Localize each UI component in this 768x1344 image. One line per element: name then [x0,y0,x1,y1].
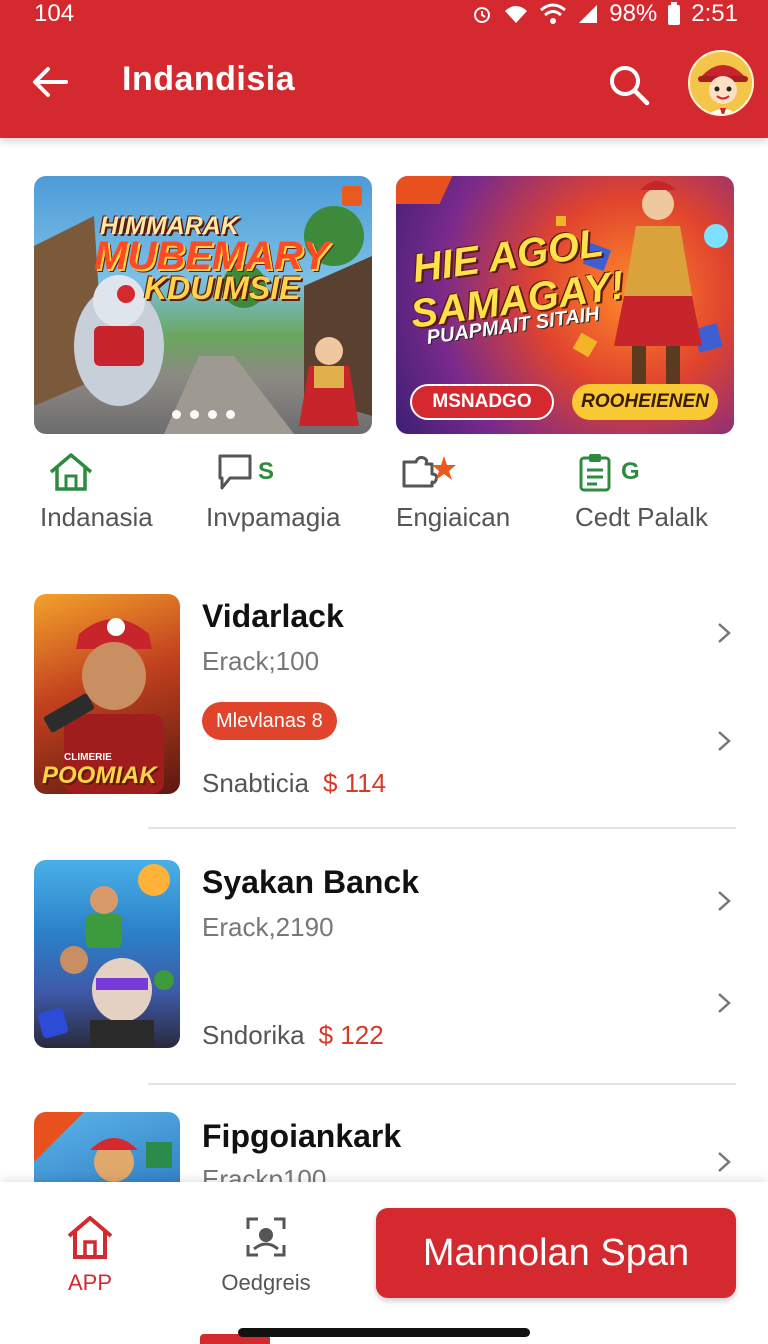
back-button[interactable] [28,60,72,104]
banner-2-yellow-button[interactable]: ROOHEIENEN [572,384,718,420]
top-app-bar: 104 98% 2:51 Indandisia [0,0,768,138]
signal-icon [577,3,599,25]
nav-item-app[interactable]: APP [30,1212,150,1302]
game-subtitle: Erackp100 [202,1164,327,1182]
category-icon-suffix: G [621,458,640,485]
game-price: $ 122 [318,1020,384,1050]
game-title: Syakan Banck [202,864,420,900]
app-bar: Indandisia [0,44,768,122]
status-left-text: 104 [34,0,75,27]
game-thumbnail: CLIMERIE POOMIAK [34,594,180,794]
nav-label: APP [67,1270,113,1295]
banner-1-line-3: KDUIMSIE [144,270,301,306]
category-label: Invpamagia [206,502,341,532]
promo-banner-1[interactable]: HIMMARAK MUBEMARY KDUIMSIE [34,176,372,434]
bottom-navigation: APP Oedgreis Mannolan Span [0,1182,768,1344]
wifi-icon [539,3,567,25]
game-meta-label: Sndorika [202,1020,305,1050]
scan-face-icon [206,1212,326,1262]
status-right: 98% 2:51 [471,0,738,28]
nav-label: Oedgreis [221,1270,311,1295]
alarm-icon [471,3,493,25]
game-title: Vidarlack [202,598,344,634]
home-icon [46,452,96,492]
chevron-right-icon[interactable] [712,991,736,1015]
pager-dot[interactable] [190,410,199,419]
clipboard-icon: G [577,452,640,492]
game-subtitle: Erack,2190 [202,912,334,942]
chevron-right-icon[interactable] [712,729,736,753]
home-indicator[interactable] [238,1328,530,1337]
search-icon [610,66,650,106]
game-thumbnail [34,1112,180,1182]
game-meta-label: Snabticia [202,768,309,798]
status-time: 2:51 [691,0,738,27]
category-engiaican[interactable]: Engiaican [396,448,556,538]
pager-dot[interactable] [208,410,217,419]
game-list-item[interactable]: Syakan Banck Erack,2190 Sndorika $ 122 [0,860,768,1082]
game-thumbnail [34,860,180,1048]
category-cedt-palalk[interactable]: G Cedt Palalk [575,448,745,538]
game-price: $ 114 [322,768,387,798]
pager-dot[interactable] [226,410,235,419]
category-label: Cedt Palalk [575,502,708,532]
game-list-item[interactable]: Fipgoiankark Erackp100 [0,1112,768,1182]
status-bar: 104 98% 2:51 [0,0,768,30]
banner-1-corner-badge [342,186,362,206]
chevron-right-icon[interactable] [712,889,736,913]
list-divider [148,827,736,829]
category-label: Indanasia [40,502,153,532]
page-title: Indandisia [122,60,296,98]
game-subtitle: Erack;100 [202,646,320,676]
category-indanasia[interactable]: Indanasia [40,448,180,538]
game-meta: Snabticia $ 114 [202,768,386,799]
chat-icon: S [216,452,274,492]
chevron-right-icon[interactable] [712,621,736,645]
nav-item-oedgreis[interactable]: Oedgreis [206,1212,326,1302]
home-icon [30,1212,150,1262]
game-title: Fipgoiankark [202,1118,402,1154]
primary-cta-button[interactable]: Mannolan Span [376,1208,736,1298]
chevron-right-icon[interactable] [712,1150,736,1174]
game-list-item[interactable]: CLIMERIE POOMIAK Vidarlack Erack;100 Mle… [0,594,768,824]
game-meta: Sndorika $ 122 [202,1020,384,1051]
list-divider [148,1083,736,1085]
banner-pager-dots [172,410,235,419]
search-button[interactable] [604,60,654,110]
wifi-off-icon [503,3,529,25]
battery-icon [667,2,681,26]
battery-text: 98% [609,0,658,27]
thumbnail-caption: POOMIAK [42,762,157,789]
arrow-left-icon [33,67,68,97]
pager-dot[interactable] [172,410,181,419]
game-badge: Mlevlanas 8 [202,702,337,740]
avatar[interactable] [688,50,754,116]
puzzle-star-icon [398,452,460,492]
category-label: Engiaican [396,502,511,532]
promo-banner-2[interactable]: HIE AGOL SAMAGAY! PUAPMAIT SITAIH MSNADG… [396,176,734,434]
category-invpamagia[interactable]: S Invpamagia [206,448,366,538]
category-icon-suffix: S [258,458,275,485]
banner-2-red-button[interactable]: MSNADGO [410,384,554,420]
avatar-character-icon [698,65,748,114]
